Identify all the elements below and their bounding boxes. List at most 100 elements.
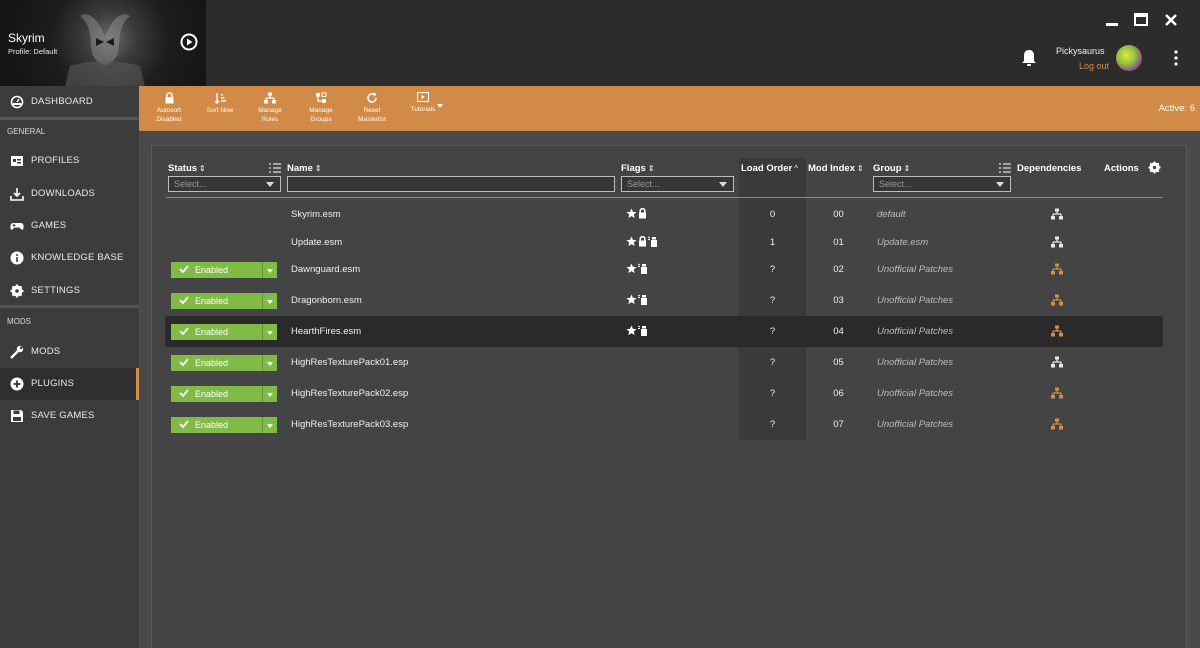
mod-index-value: 07 [833, 419, 844, 430]
sidebar-item-dashboard[interactable]: DASHBOARD [0, 86, 139, 118]
dependencies-icon[interactable] [1051, 325, 1063, 337]
plugin-group[interactable]: default [877, 209, 906, 220]
group-filter-select[interactable]: Select... [873, 176, 1011, 192]
check-icon [179, 296, 189, 305]
star-icon [626, 236, 637, 247]
enabled-status-button[interactable]: Enabled [171, 324, 277, 340]
table-row[interactable]: Enabled Dragonborn.esm? 03 Unofficial Patch… [165, 285, 1163, 316]
plugin-name: HearthFires.esm [291, 326, 362, 337]
sidebar-item-downloads[interactable]: DOWNLOADS [0, 178, 139, 210]
maximize-icon[interactable] [1132, 11, 1150, 29]
sidebar-item-profiles[interactable]: PROFILES [0, 145, 139, 177]
plugin-group[interactable]: Update.esm [877, 237, 928, 248]
manage-rules-button[interactable]: Manage Rules [242, 92, 298, 124]
clean-icon [648, 236, 657, 247]
mod-index-value: 01 [833, 237, 844, 248]
dependencies-icon[interactable] [1051, 418, 1063, 430]
notification-bell-icon[interactable] [1019, 48, 1039, 68]
gear-icon[interactable] [1148, 161, 1161, 174]
plugin-group[interactable]: Unofficial Patches [877, 326, 953, 337]
section-title-general: GENERAL [7, 127, 46, 136]
table-row[interactable]: Enabled HighResTexturePack02.esp? 06 Unoffi… [165, 378, 1163, 409]
table-row[interactable]: Skyrim.esm 0 00 default [165, 199, 1163, 230]
plugin-group[interactable]: Unofficial Patches [877, 388, 953, 399]
status-dropdown-toggle[interactable] [262, 324, 277, 340]
sidebar-item-save-games[interactable]: SAVE GAMES [0, 400, 139, 432]
sidebar-item-settings[interactable]: SETTINGS [0, 275, 139, 307]
sidebar-item-knowledge-base[interactable]: KNOWLEDGE BASE [0, 242, 139, 274]
plugin-flags [626, 325, 648, 337]
status-dropdown-toggle[interactable] [262, 355, 277, 371]
sidebar-item-plugins[interactable]: PLUGINS [0, 368, 139, 400]
info-icon [10, 251, 24, 265]
table-row[interactable]: Enabled Dawnguard.esm? 02 Unofficial Patche… [165, 254, 1163, 285]
status-dropdown-toggle[interactable] [262, 417, 277, 433]
minimize-icon[interactable] [1103, 11, 1121, 29]
plugin-group[interactable]: Unofficial Patches [877, 295, 953, 306]
status-dropdown-toggle[interactable] [262, 262, 277, 278]
sidebar-item-label: MODS [31, 346, 61, 357]
table-row[interactable]: Enabled HearthFires.esm? 04 Unofficial Patc… [165, 316, 1163, 347]
avatar[interactable] [1116, 45, 1142, 71]
header-load-order[interactable]: Load Order ^ [741, 163, 798, 174]
dependencies-icon[interactable] [1051, 294, 1063, 306]
lock-icon [165, 92, 173, 104]
sidebar-item-games[interactable]: GAMES [0, 210, 139, 242]
load-order-value: ? [769, 388, 776, 399]
tutorials-button[interactable]: Tutorials [395, 92, 451, 114]
header-group[interactable]: Group ⇕ [873, 163, 910, 174]
sidebar-item-label: KNOWLEDGE BASE [31, 252, 124, 263]
dependencies-icon[interactable] [1051, 263, 1063, 275]
mod-index-value: 06 [833, 388, 844, 399]
clean-icon [638, 325, 647, 336]
game-banner[interactable]: Skyrim Profile: Default [0, 0, 206, 86]
refresh-icon [367, 92, 377, 103]
status-label: Enabled [195, 265, 229, 275]
star-icon [626, 263, 637, 274]
header-status[interactable]: Status ⇕ [168, 163, 206, 174]
dependencies-icon[interactable] [1051, 356, 1063, 368]
more-menu-icon[interactable] [1168, 48, 1184, 68]
status-dropdown-toggle[interactable] [262, 293, 277, 309]
sort-now-button[interactable]: Sort Now [192, 92, 248, 115]
table-row[interactable]: Enabled HighResTexturePack01.esp? 05 Unoffi… [165, 347, 1163, 378]
plugin-group[interactable]: Unofficial Patches [877, 419, 953, 430]
enabled-status-button[interactable]: Enabled [171, 262, 277, 278]
play-icon[interactable] [180, 33, 198, 51]
header-flags[interactable]: Flags ⇕ [621, 163, 655, 174]
load-order-value: ? [769, 419, 776, 430]
column-options-icon[interactable] [999, 162, 1011, 174]
header-dependencies[interactable]: Dependencies [1017, 163, 1081, 174]
star-icon [626, 208, 637, 219]
autosort-button[interactable]: Autosort Disabled [141, 92, 197, 124]
close-icon[interactable] [1162, 11, 1180, 29]
dependencies-icon[interactable] [1051, 387, 1063, 399]
mod-index-value: 05 [833, 357, 844, 368]
sidebar-item-mods[interactable]: MODS [0, 336, 139, 368]
reset-masterlist-button[interactable]: Reset Masterlist [344, 92, 400, 124]
plugin-group[interactable]: Unofficial Patches [877, 264, 953, 275]
manage-groups-button[interactable]: Manage Groups [293, 92, 349, 124]
title-bar: Skyrim Profile: Default Pickysaurus Log … [0, 0, 1200, 86]
dependencies-icon[interactable] [1051, 236, 1063, 248]
dependencies-icon[interactable] [1051, 208, 1063, 220]
enabled-status-button[interactable]: Enabled [171, 355, 277, 371]
load-order-value: ? [769, 264, 776, 275]
table-row[interactable]: Enabled HighResTexturePack03.esp? 07 Unoffi… [165, 409, 1163, 440]
enabled-status-button[interactable]: Enabled [171, 417, 277, 433]
mod-index-value: 00 [833, 209, 844, 220]
enabled-status-button[interactable]: Enabled [171, 293, 277, 309]
plugin-flags [626, 263, 648, 275]
header-mod-index[interactable]: Mod Index ⇕ [808, 163, 864, 174]
column-options-icon[interactable] [269, 162, 281, 174]
load-order-value: ? [769, 295, 776, 306]
header-name[interactable]: Name ⇕ [287, 163, 322, 174]
name-filter-input[interactable] [287, 176, 615, 192]
plugin-group[interactable]: Unofficial Patches [877, 357, 953, 368]
status-dropdown-toggle[interactable] [262, 386, 277, 402]
enabled-status-button[interactable]: Enabled [171, 386, 277, 402]
flags-filter-select[interactable]: Select... [621, 176, 734, 192]
logout-link[interactable]: Log out [1079, 61, 1109, 71]
gear-icon [10, 284, 24, 298]
status-filter-select[interactable]: Select... [168, 176, 281, 192]
